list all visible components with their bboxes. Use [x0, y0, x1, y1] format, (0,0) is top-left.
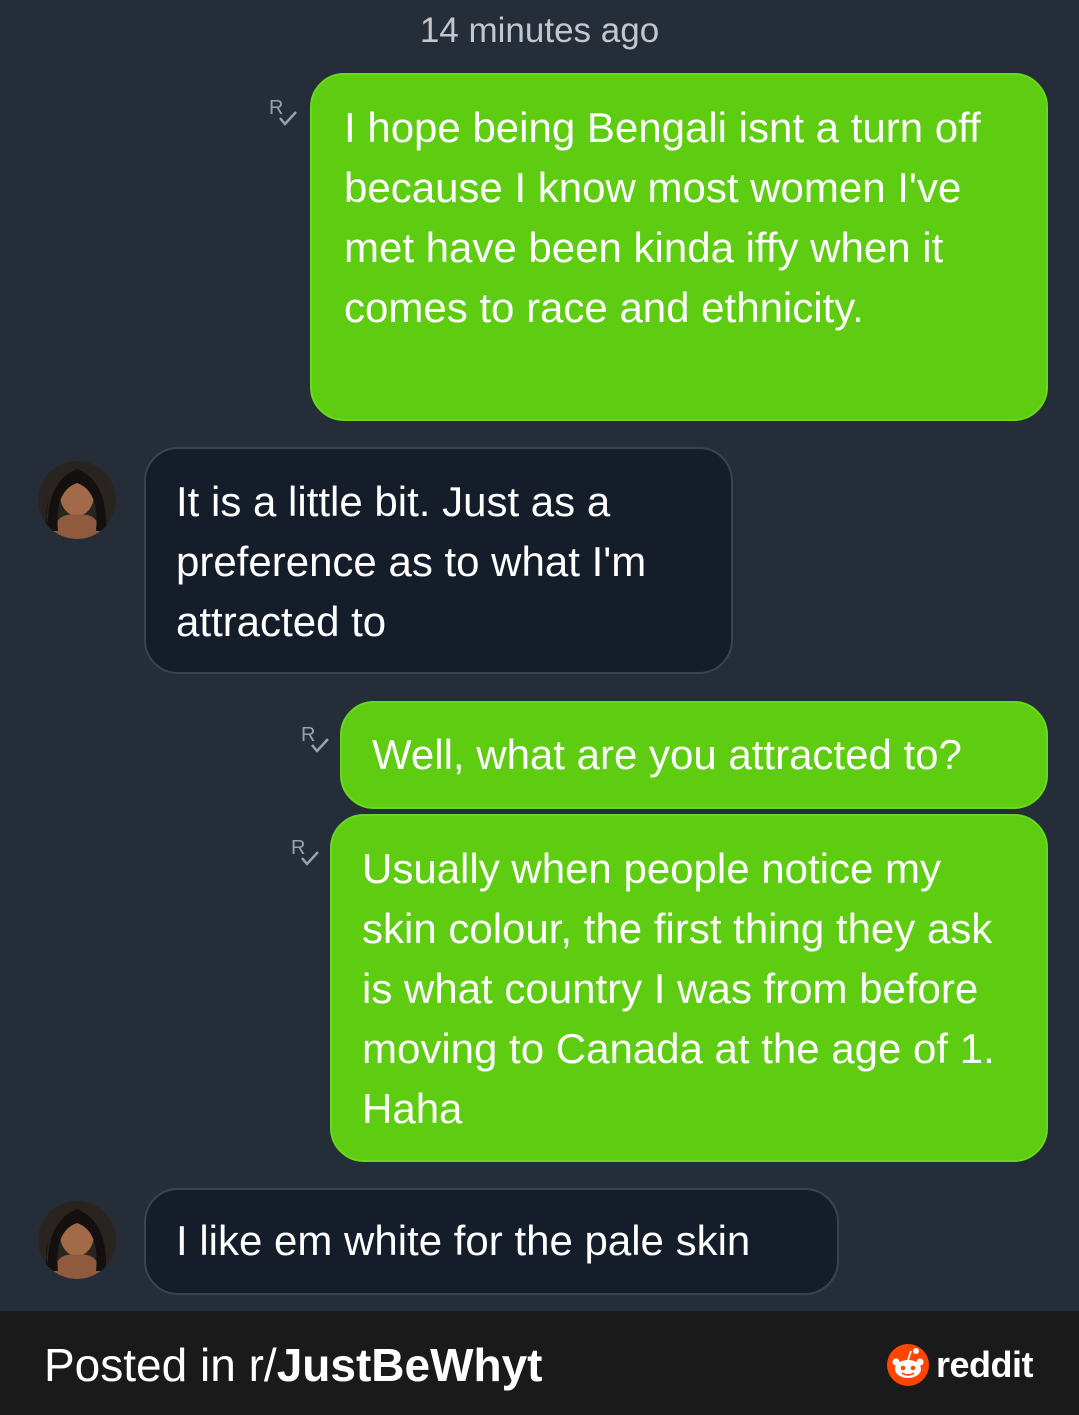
outgoing-message-bubble[interactable]: Well, what are you attracted to? [340, 701, 1048, 809]
incoming-message-bubble[interactable]: I like em white for the pale skin [144, 1188, 839, 1295]
subreddit-name[interactable]: JustBeWhyt [277, 1339, 543, 1391]
posted-in-prefix: Posted in r/ [44, 1339, 277, 1391]
message-text: Usually when people notice my skin colou… [362, 845, 995, 1132]
svg-text:R: R [291, 837, 305, 859]
message-text: I like em white for the pale skin [176, 1217, 751, 1264]
outgoing-message-bubble[interactable]: I hope being Bengali isnt a turn off bec… [310, 73, 1048, 421]
posted-in-label: Posted in r/JustBeWhyt [44, 1337, 543, 1393]
reddit-logo[interactable]: reddit [886, 1341, 1034, 1389]
outgoing-message-bubble[interactable]: Usually when people notice my skin colou… [330, 814, 1048, 1162]
read-receipt-icon: R [291, 837, 319, 866]
svg-text:R: R [301, 724, 315, 746]
read-receipt-icon: R [301, 724, 329, 753]
svg-text:R: R [269, 97, 283, 119]
message-timestamp: 14 minutes ago [419, 11, 660, 50]
incoming-message-bubble[interactable]: It is a little bit. Just as a preference… [144, 447, 733, 674]
contact-avatar[interactable] [38, 1201, 116, 1279]
read-receipt-icon: R [269, 97, 297, 126]
message-text: Well, what are you attracted to? [372, 731, 962, 778]
reddit-snoo-icon [887, 1344, 929, 1386]
reddit-footer-bar: Posted in r/JustBeWhyt reddit [0, 1311, 1079, 1415]
contact-avatar[interactable] [38, 461, 116, 539]
message-text: It is a little bit. Just as a preference… [176, 478, 647, 645]
message-text: I hope being Bengali isnt a turn off bec… [344, 104, 981, 331]
reddit-wordmark: reddit [936, 1344, 1034, 1385]
